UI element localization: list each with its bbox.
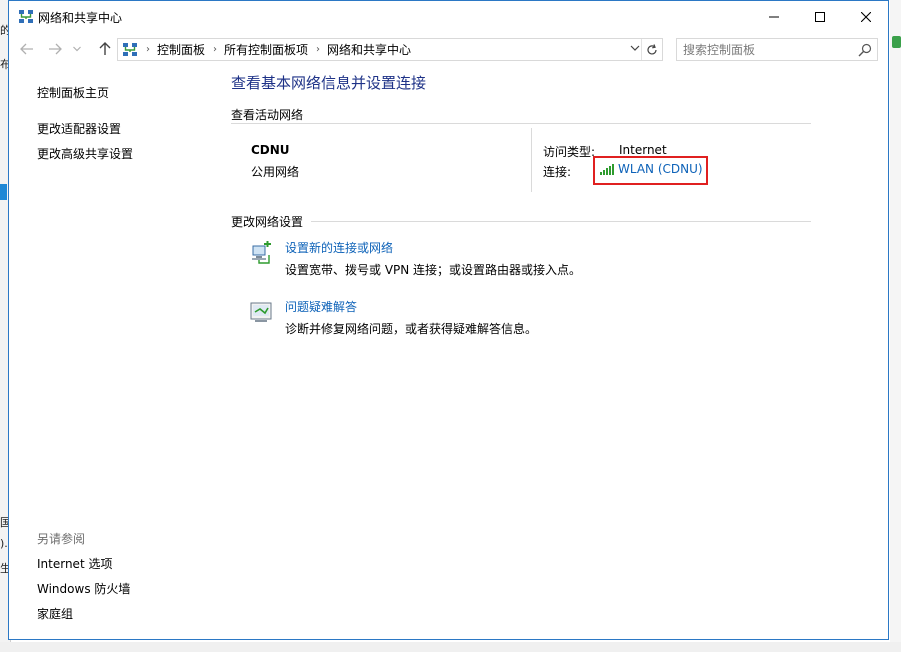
close-button[interactable]	[843, 1, 889, 32]
chevron-down-icon	[630, 45, 640, 51]
arrow-right-icon	[49, 43, 62, 55]
maximize-icon	[815, 11, 825, 22]
breadcrumb-network-center[interactable]: 网络和共享中心	[327, 41, 411, 58]
background-desktop-bottom	[0, 642, 901, 652]
troubleshoot-link[interactable]: 问题疑难解答	[285, 298, 357, 315]
navigation-bar: › 控制面板 › 所有控制面板项 › 网络和共享中心	[9, 32, 888, 66]
refresh-icon	[647, 43, 657, 54]
control-panel-icon	[123, 42, 137, 56]
sidebar: 控制面板主页 更改适配器设置 更改高级共享设置 另请参阅 Internet 选项…	[9, 66, 209, 636]
access-type-value: Internet	[619, 143, 667, 157]
troubleshoot-desc: 诊断并修复网络问题，或者获得疑难解答信息。	[285, 322, 538, 336]
close-icon	[861, 11, 871, 22]
chevron-down-icon	[73, 46, 81, 52]
chevron-right-icon[interactable]: ›	[146, 44, 150, 55]
active-networks-heading: 查看活动网络	[231, 108, 304, 122]
sidebar-link-change-adapter[interactable]: 更改适配器设置	[37, 120, 121, 137]
sidebar-link-control-panel-home[interactable]: 控制面板主页	[37, 84, 109, 101]
forward-button[interactable]	[45, 40, 65, 58]
new-connection-icon	[252, 241, 271, 264]
sidebar-link-internet-options[interactable]: Internet 选项	[37, 555, 112, 572]
setup-new-connection-link[interactable]: 设置新的连接或网络	[285, 239, 393, 256]
page-title: 查看基本网络信息并设置连接	[231, 74, 427, 92]
sidebar-link-windows-firewall[interactable]: Windows 防火墙	[37, 580, 130, 597]
up-button[interactable]	[95, 40, 115, 58]
chevron-right-icon[interactable]: ›	[316, 44, 320, 55]
arrow-up-icon	[99, 42, 111, 55]
background-desktop-right	[890, 0, 901, 652]
minimize-icon	[769, 16, 779, 17]
refresh-button[interactable]	[641, 39, 662, 60]
window-title: 网络和共享中心	[38, 11, 123, 25]
search-box[interactable]	[676, 38, 878, 61]
change-settings-heading: 更改网络设置	[231, 215, 304, 229]
network-divider	[531, 128, 532, 192]
maximize-button[interactable]	[797, 1, 843, 32]
network-category-link[interactable]: 公用网络	[251, 163, 299, 180]
background-app-icon	[892, 36, 901, 48]
access-type-label: 访问类型:	[543, 145, 596, 159]
network-center-icon	[19, 10, 33, 23]
section-divider	[311, 221, 811, 222]
connection-label: 连接:	[543, 165, 572, 179]
see-also-heading: 另请参阅	[37, 532, 86, 546]
sidebar-link-advanced-sharing[interactable]: 更改高级共享设置	[37, 145, 133, 162]
background-app-icon	[0, 184, 7, 200]
wlan-connection-label[interactable]: WLAN (CDNU)	[618, 162, 703, 176]
troubleshoot-icon	[250, 302, 272, 322]
setup-new-connection-desc: 设置宽带、拨号或 VPN 连接；或设置路由器或接入点。	[285, 263, 582, 277]
background-text: ).	[0, 537, 8, 550]
breadcrumb-control-panel[interactable]: 控制面板	[157, 41, 205, 58]
back-button[interactable]	[17, 40, 37, 58]
search-input[interactable]	[683, 40, 853, 59]
wlan-connection-link[interactable]: WLAN (CDNU)	[600, 162, 703, 176]
search-icon[interactable]	[858, 43, 872, 57]
address-dropdown-button[interactable]	[630, 42, 640, 55]
arrow-left-icon	[20, 43, 33, 55]
network-sharing-center-window: 网络和共享中心 › 控制面板 › 所有控制面板项 › 网络和共享中心 搜索控制面…	[8, 0, 889, 640]
section-divider	[231, 123, 811, 124]
address-bar[interactable]: › 控制面板 › 所有控制面板项 › 网络和共享中心	[117, 38, 663, 61]
task-troubleshoot: 问题疑难解答 诊断并修复网络问题，或者获得疑难解答信息。	[249, 298, 849, 342]
breadcrumb-all-items[interactable]: 所有控制面板项	[224, 41, 308, 58]
sidebar-link-homegroup[interactable]: 家庭组	[37, 605, 73, 622]
network-name: CDNU	[251, 143, 290, 157]
recent-locations-button[interactable]	[71, 40, 83, 58]
minimize-button[interactable]	[751, 1, 797, 32]
chevron-right-icon[interactable]: ›	[213, 44, 217, 55]
title-bar[interactable]: 网络和共享中心	[9, 1, 888, 32]
wifi-signal-icon	[600, 163, 614, 175]
task-new-connection: 设置新的连接或网络 设置宽带、拨号或 VPN 连接；或设置路由器或接入点。	[249, 239, 849, 283]
